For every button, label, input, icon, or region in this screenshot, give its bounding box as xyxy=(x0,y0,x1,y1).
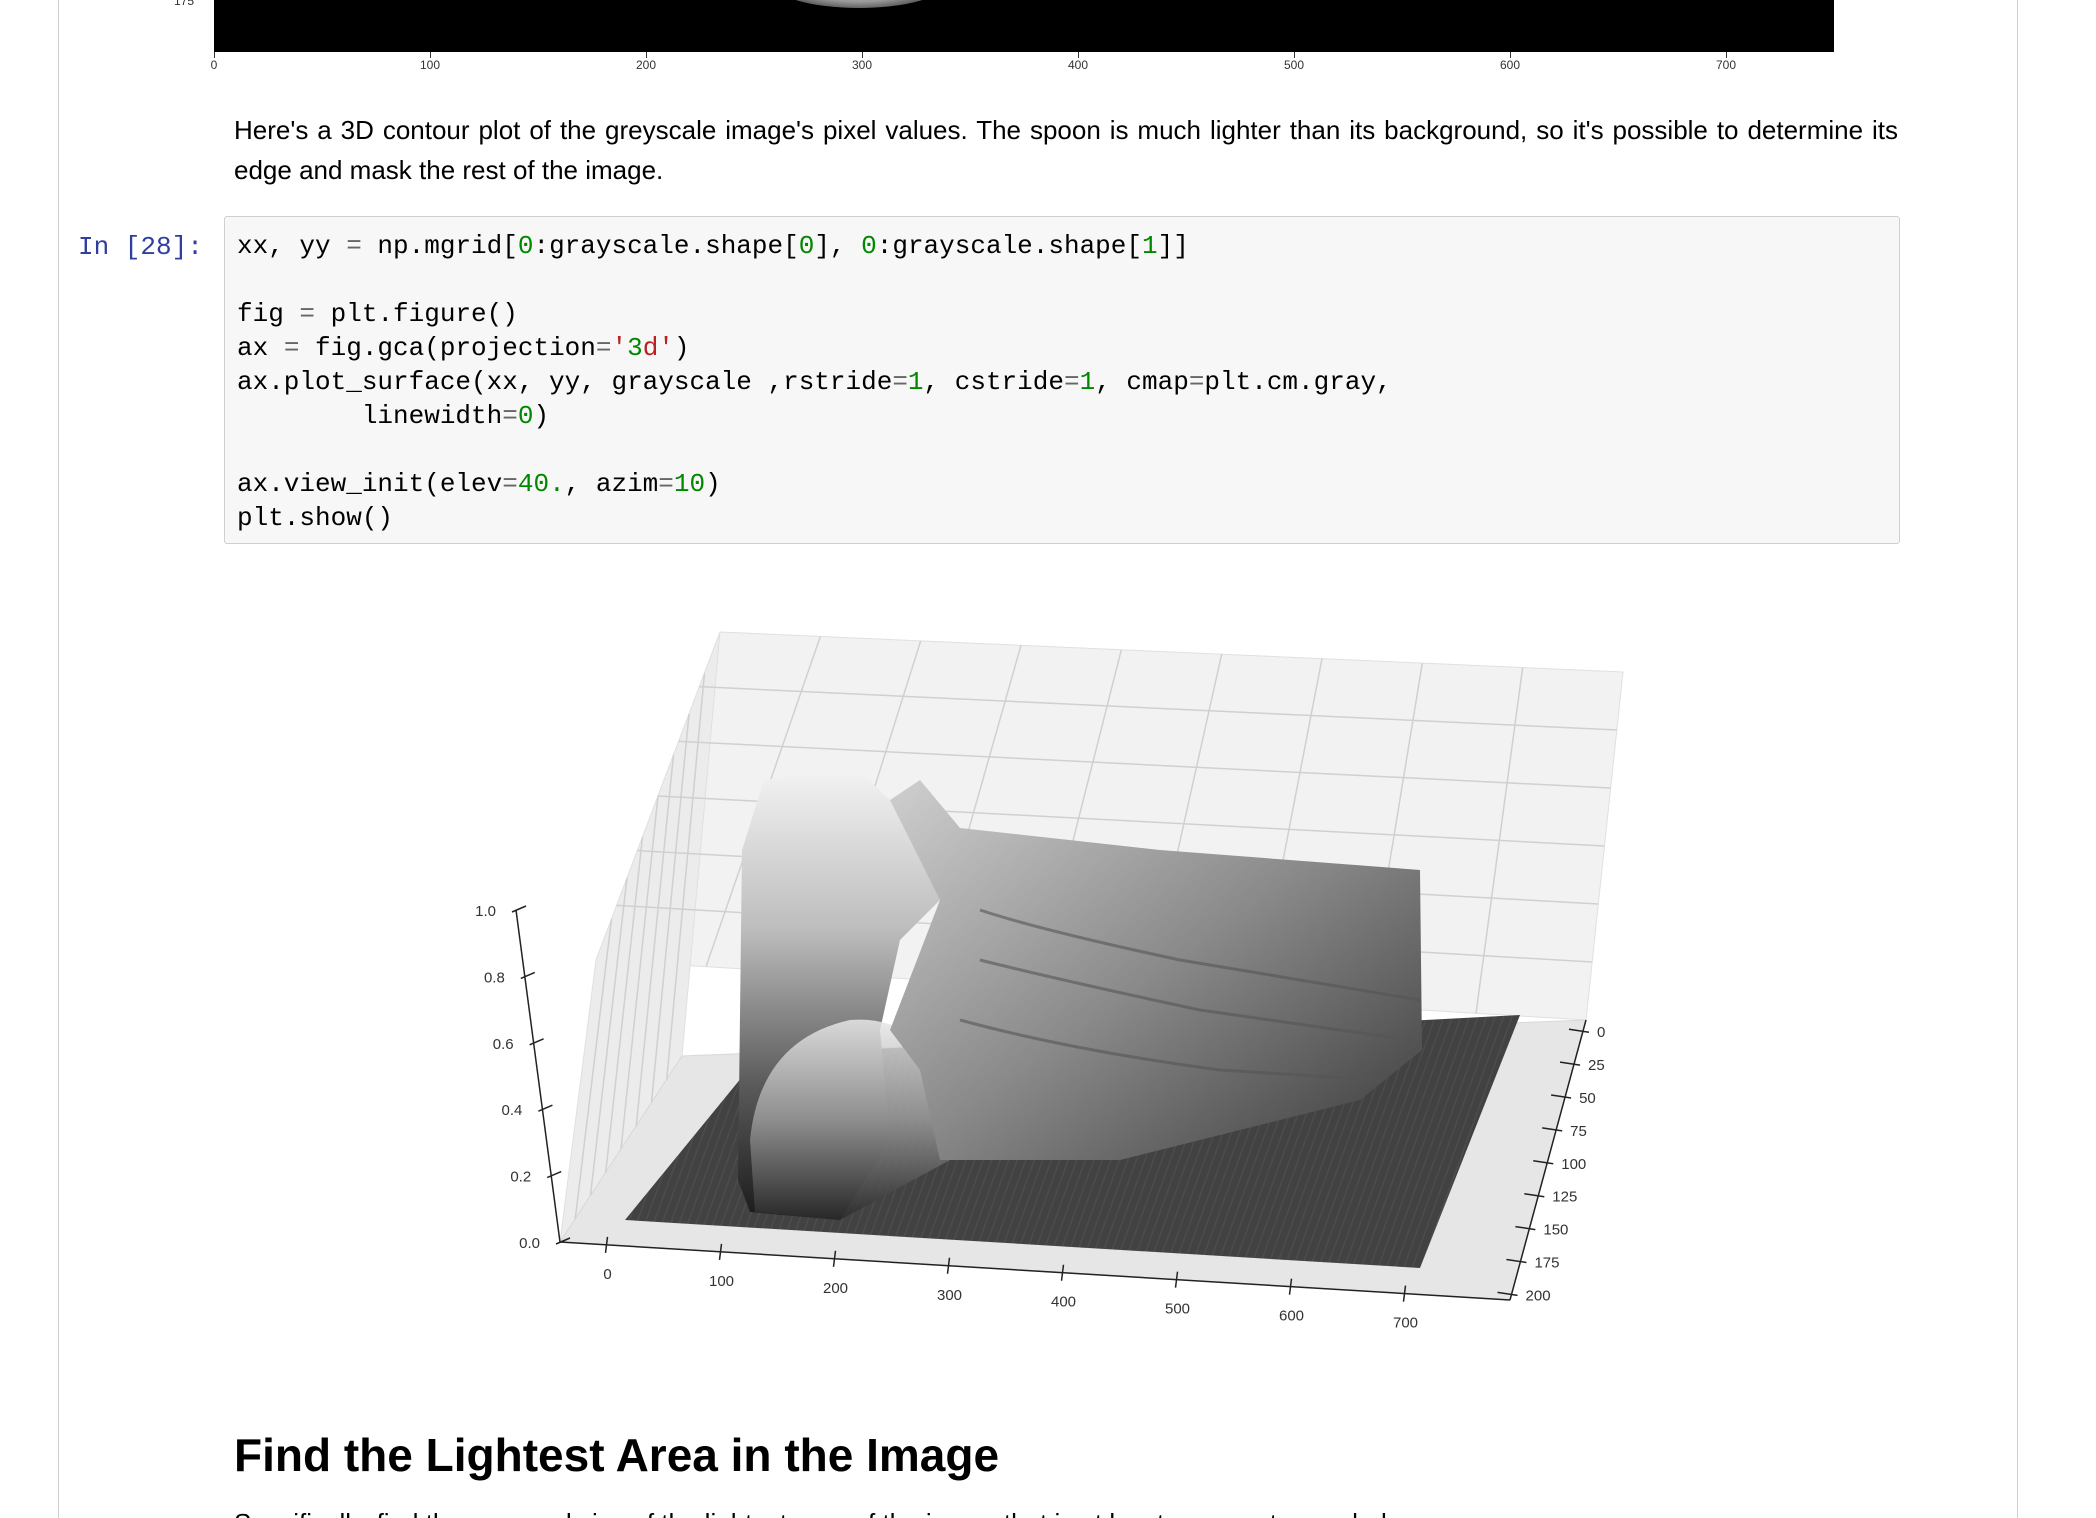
code-line: ax = fig.gca(projection='3d') xyxy=(237,333,690,363)
code-line: ax.view_init(elev=40., azim=10) xyxy=(237,469,721,499)
surface-3d-plot: 0.00.20.40.60.81.0 0 100 200 300 400 500 600 70… xyxy=(475,631,1624,1332)
z-tick-label: 0.2 xyxy=(510,1169,531,1186)
y-tick-label: 75 xyxy=(1570,1123,1587,1140)
z-tick xyxy=(546,1170,562,1179)
y-tick-label: 0 xyxy=(1597,1024,1605,1041)
spoon-highlight xyxy=(774,0,944,8)
x-tick-label: 200 xyxy=(635,58,657,72)
z-tick-label: 1.0 xyxy=(475,903,496,920)
y-tick-label: 175 xyxy=(1534,1255,1559,1272)
cell-prompt: In [28]: xyxy=(78,232,203,262)
x-tick-label: 600 xyxy=(1499,58,1521,72)
x-tick-label: 300 xyxy=(851,58,873,72)
x-tick-label: 500 xyxy=(1165,1301,1190,1318)
markdown-paragraph: Here's a 3D contour plot of the greyscal… xyxy=(234,115,1898,185)
z-tick-label: 0.8 xyxy=(484,969,505,986)
x-tick-label: 500 xyxy=(1283,58,1305,72)
x-tick-label: 200 xyxy=(823,1280,848,1297)
y-tick-label: 175 xyxy=(174,0,195,8)
code-line: fig = plt.figure() xyxy=(237,299,518,329)
x-tick-label: 100 xyxy=(419,58,441,72)
y-tick-label: 100 xyxy=(1561,1156,1586,1173)
greyscale-image xyxy=(214,0,1834,52)
z-tick-label: 0.6 xyxy=(493,1036,514,1053)
z-tick xyxy=(520,971,536,980)
z-tick-label: 0.4 xyxy=(502,1102,523,1119)
x-tick-label: 400 xyxy=(1051,1294,1076,1311)
x-axis: 0 100 200 300 400 500 600 700 xyxy=(210,52,1834,82)
x-tick-label: 300 xyxy=(937,1287,962,1304)
x-tick-label: 600 xyxy=(1279,1308,1304,1325)
markdown-paragraph-next: Specifically, find the area and size of … xyxy=(234,1508,1898,1518)
section-heading: Find the Lightest Area in the Image xyxy=(234,1429,1000,1481)
x-tick-label: 400 xyxy=(1067,58,1089,72)
z-tick xyxy=(529,1038,544,1046)
z-tick xyxy=(538,1104,553,1112)
z-axis: 0.0 0.2 0.4 0.6 0.8 1.0 xyxy=(475,903,571,1252)
code-line: linewidth=0) xyxy=(237,401,550,431)
y-tick-label: 200 xyxy=(1526,1287,1551,1304)
z-tick-label: 0.0 xyxy=(519,1235,540,1252)
y-tick-label: 125 xyxy=(1552,1189,1577,1206)
y-tick-label: 150 xyxy=(1543,1222,1568,1239)
y-tick-label: 50 xyxy=(1579,1090,1596,1107)
x-tick-label: 100 xyxy=(709,1273,734,1290)
code-line: plt.show() xyxy=(237,503,394,533)
code-cell-input[interactable]: xx, yy = np.mgrid[0:grayscale.shape[0], … xyxy=(224,216,1900,544)
image-output-plot: 175 0 100 200 300 400 500 600 700 xyxy=(174,0,1876,82)
z-axis-spine xyxy=(515,909,561,1243)
x-tick-label: 0 xyxy=(603,1266,611,1283)
x-tick-label: 700 xyxy=(1393,1315,1418,1332)
z-tick xyxy=(511,905,527,913)
y-tick-label: 25 xyxy=(1588,1057,1605,1074)
code-line: ax.plot_surface(xx, yy, grayscale ,rstri… xyxy=(237,367,1392,397)
x-tick-label: 700 xyxy=(1715,58,1737,72)
code-line: xx, yy = np.mgrid[0:grayscale.shape[0], … xyxy=(237,231,1189,261)
x-tick-label: 0 xyxy=(210,58,218,72)
